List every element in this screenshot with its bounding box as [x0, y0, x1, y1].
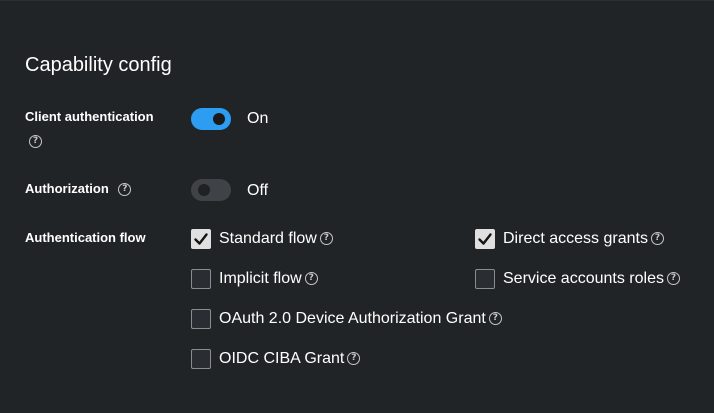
question-circle-icon[interactable]: ?	[347, 352, 361, 366]
authorization-label-text: Authorization	[25, 181, 109, 196]
capability-config-panel: Capability config Client authentication …	[0, 0, 714, 413]
service-accounts-roles-option: Service accounts roles?	[503, 269, 680, 289]
client-authentication-label: Client authentication	[25, 109, 154, 124]
section-title: Capability config	[25, 54, 172, 76]
direct-access-grants-option: Direct access grants?	[503, 229, 664, 249]
oauth-device-authorization-grant-option: OAuth 2.0 Device Authorization Grant?	[219, 309, 502, 329]
oauth-device-authorization-grant-label[interactable]: OAuth 2.0 Device Authorization Grant	[219, 310, 486, 327]
direct-access-grants-checkbox[interactable]	[475, 229, 495, 249]
client-authentication-switch[interactable]	[191, 108, 231, 130]
standard-flow-option: Standard flow?	[219, 229, 333, 249]
oidc-ciba-grant-option: OIDC CIBA Grant?	[219, 349, 361, 369]
question-circle-icon[interactable]: ?	[118, 183, 132, 197]
client-authentication-state: On	[247, 110, 269, 127]
question-circle-icon[interactable]: ?	[319, 232, 333, 246]
service-accounts-roles-checkbox[interactable]	[475, 269, 495, 289]
question-circle-icon[interactable]: ?	[666, 272, 680, 286]
implicit-flow-label[interactable]: Implicit flow	[219, 270, 302, 287]
authentication-flow-label: Authentication flow	[25, 230, 146, 245]
question-circle-icon[interactable]: ?	[29, 135, 42, 148]
oauth-device-authorization-grant-checkbox[interactable]	[191, 309, 211, 329]
authorization-switch[interactable]	[191, 179, 231, 201]
check-icon	[478, 233, 492, 245]
standard-flow-label[interactable]: Standard flow	[219, 230, 317, 247]
direct-access-grants-label[interactable]: Direct access grants	[503, 230, 648, 247]
authorization-label: Authorization ?	[25, 181, 132, 197]
check-icon	[194, 233, 208, 245]
implicit-flow-option: Implicit flow?	[219, 269, 318, 289]
switch-knob	[213, 113, 225, 125]
authorization-state: Off	[247, 182, 269, 199]
question-circle-icon[interactable]: ?	[304, 272, 318, 286]
question-circle-icon[interactable]: ?	[488, 312, 502, 326]
switch-knob	[198, 184, 210, 196]
implicit-flow-checkbox[interactable]	[191, 269, 211, 289]
service-accounts-roles-label[interactable]: Service accounts roles	[503, 270, 664, 287]
oidc-ciba-grant-label[interactable]: OIDC CIBA Grant	[219, 350, 344, 367]
question-circle-icon[interactable]: ?	[650, 232, 664, 246]
oidc-ciba-grant-checkbox[interactable]	[191, 349, 211, 369]
standard-flow-checkbox[interactable]	[191, 229, 211, 249]
